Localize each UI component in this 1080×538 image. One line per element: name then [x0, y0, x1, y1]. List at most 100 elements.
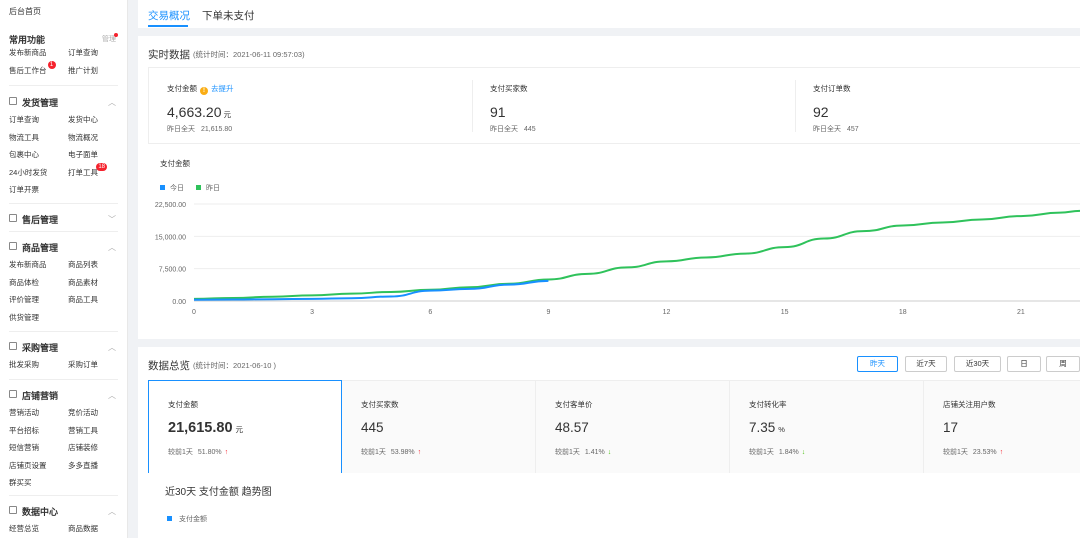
- chevron-up-icon[interactable]: ︿: [108, 390, 116, 401]
- section-icon: [9, 390, 17, 398]
- realtime-metric-buyers: 支付买家数 91 昨日全天 445: [472, 68, 795, 143]
- sidebar-item[interactable]: 短信营销: [9, 442, 39, 453]
- sidebar-item[interactable]: 营销活动: [9, 407, 39, 418]
- sidebar-divider: [9, 85, 118, 86]
- sidebar-item[interactable]: 发布新商品: [9, 259, 47, 270]
- range-yesterday-button[interactable]: 昨天: [857, 356, 898, 372]
- warning-icon[interactable]: !: [200, 87, 208, 95]
- sidebar-item[interactable]: 发货中心: [68, 114, 98, 125]
- x-tick-label: 15: [781, 309, 789, 316]
- sidebar-item[interactable]: 发布新商品: [9, 47, 47, 58]
- sidebar-section-header[interactable]: 商品管理 ︿: [0, 239, 127, 255]
- sidebar-section-title: 数据中心: [22, 507, 59, 517]
- arrow-up-icon: ↑: [999, 449, 1004, 456]
- overview-metric-unit-price[interactable]: 支付客单价 48.57 较前1天 1.41% ↓: [536, 381, 730, 473]
- overview-metric-followers[interactable]: 店铺关注用户数 17 较前1天 23.53% ↑: [924, 381, 1080, 473]
- chevron-up-icon[interactable]: ︿: [108, 242, 116, 253]
- sidebar-home-link[interactable]: 后台首页: [9, 6, 41, 17]
- chevron-up-icon[interactable]: ︿: [108, 342, 116, 353]
- sidebar-item[interactable]: 24小时发货: [9, 167, 47, 178]
- metric-value: 21,615.80 元: [168, 420, 244, 436]
- sidebar-section-header[interactable]: 数据中心 ︿: [0, 503, 127, 519]
- legend-item-today[interactable]: 今日: [160, 183, 184, 193]
- x-tick-label: 6: [428, 309, 432, 316]
- sidebar-item[interactable]: 推广计划: [68, 65, 98, 76]
- legend-item-yesterday[interactable]: 昨日: [195, 183, 220, 193]
- sidebar-item[interactable]: 多多直播: [68, 460, 98, 471]
- metric-label: 支付客单价: [555, 400, 593, 409]
- sidebar-item[interactable]: 包裹中心: [9, 149, 39, 160]
- overview-metric-conversion[interactable]: 支付转化率 7.35% 较前1天 1.84% ↓: [730, 381, 924, 473]
- metric-label: 支付买家数: [361, 400, 399, 409]
- sidebar-item[interactable]: 售后工作台 1: [9, 60, 56, 76]
- sidebar-divider: [9, 331, 118, 332]
- sidebar-section: 采购管理 ︿ 批发采购 采购订单: [0, 339, 127, 369]
- sidebar-item[interactable]: 商品列表: [68, 259, 98, 270]
- chevron-up-icon[interactable]: ︿: [108, 97, 116, 108]
- sidebar-section-title: 售后管理: [22, 215, 59, 225]
- sidebar-item[interactable]: 平台招标: [9, 425, 39, 436]
- sidebar-item[interactable]: 物流概况: [68, 132, 98, 143]
- arrow-up-icon: ↑: [224, 449, 229, 456]
- chevron-up-icon[interactable]: ︿: [108, 506, 116, 517]
- sidebar-item[interactable]: 订单开票: [9, 184, 39, 195]
- x-tick-label: 18: [899, 309, 907, 316]
- legend-swatch: [167, 516, 172, 521]
- sidebar-item[interactable]: 评价管理: [9, 294, 39, 305]
- sidebar-section-title: 商品管理: [22, 243, 59, 253]
- sidebar-section-header[interactable]: 售后管理 ﹀: [0, 211, 127, 227]
- sidebar-section-title: 采购管理: [22, 343, 59, 353]
- legend-swatch: [195, 185, 201, 190]
- overview-metric-buyers[interactable]: 支付买家数 445 较前1天 53.98% ↑: [342, 381, 536, 473]
- overview-stat-time: (统计时间：2021-06-10 ): [193, 361, 276, 370]
- x-tick-label: 3: [310, 309, 314, 316]
- sidebar-item[interactable]: 电子面单: [68, 149, 98, 160]
- range-7days-button[interactable]: 近7天: [905, 356, 947, 372]
- tab-transaction-overview[interactable]: 交易概况: [148, 8, 190, 23]
- top-tabs: 交易概况 下单未支付: [138, 0, 1080, 28]
- metric-label: 支付金额: [168, 400, 198, 409]
- sidebar-item[interactable]: 订单查询: [68, 47, 98, 58]
- sidebar-item[interactable]: 物流工具: [9, 132, 39, 143]
- metric-label: 支付订单数: [813, 84, 851, 93]
- sidebar-item[interactable]: 店铺页设置: [9, 460, 47, 471]
- trend-legend[interactable]: 支付金额: [167, 514, 207, 524]
- sidebar-item[interactable]: 商品工具: [68, 294, 98, 305]
- sidebar-item[interactable]: 商品数据: [68, 523, 98, 534]
- range-day-button[interactable]: 日: [1007, 356, 1041, 372]
- range-30days-button[interactable]: 近30天: [954, 356, 1001, 372]
- sidebar-item[interactable]: 经营总览: [9, 523, 39, 534]
- realtime-metrics-box: 支付金额! 去提升 4,663.20 元 昨日全天 21,615.80 支付买家数 9…: [148, 67, 1080, 144]
- sidebar-section-header[interactable]: 采购管理 ︿: [0, 339, 127, 355]
- sidebar-common-title: 常用功能: [9, 35, 46, 45]
- sidebar-item[interactable]: 订单查询: [9, 114, 39, 125]
- chevron-down-icon[interactable]: ﹀: [108, 214, 116, 225]
- metric-value: 48.57: [555, 420, 589, 435]
- y-tick-label: 0.00: [172, 299, 186, 306]
- overview-metric-payment[interactable]: 支付金额 21,615.80 元 较前1天 51.80% ↑: [148, 380, 342, 473]
- metric-compare: 较前1天 53.98% ↑: [361, 449, 422, 456]
- sidebar-divider: [9, 203, 118, 204]
- sidebar-item[interactable]: 供货管理: [9, 312, 39, 323]
- manage-notify-dot: [114, 33, 118, 37]
- sidebar-item[interactable]: 群买买: [9, 477, 32, 488]
- sidebar-divider: [9, 231, 118, 232]
- improve-link[interactable]: 去提升: [211, 84, 234, 93]
- sidebar-item[interactable]: 商品体检: [9, 277, 39, 288]
- tab-unpaid-orders[interactable]: 下单未支付: [202, 8, 255, 23]
- sidebar-item[interactable]: 打单工具 18: [68, 162, 107, 178]
- section-icon: [9, 214, 17, 222]
- metric-value: 445: [361, 420, 384, 435]
- sidebar-item[interactable]: 采购订单: [68, 359, 98, 370]
- sidebar-item[interactable]: 商品素材: [68, 277, 98, 288]
- sidebar-section-header[interactable]: 店铺营销 ︿: [0, 387, 127, 403]
- overview-title: 数据总览: [148, 360, 190, 372]
- sidebar-item[interactable]: 店铺装修: [68, 442, 98, 453]
- range-week-button[interactable]: 周: [1046, 356, 1080, 372]
- sidebar-item[interactable]: 营销工具: [68, 425, 98, 436]
- chart-legend: 今日 昨日: [160, 183, 230, 193]
- sidebar-section-header[interactable]: 发货管理 ︿: [0, 94, 127, 110]
- sidebar-item[interactable]: 批发采购: [9, 359, 39, 370]
- sidebar-common-header: 常用功能 管理: [0, 31, 127, 47]
- sidebar-item[interactable]: 竞价活动: [68, 407, 98, 418]
